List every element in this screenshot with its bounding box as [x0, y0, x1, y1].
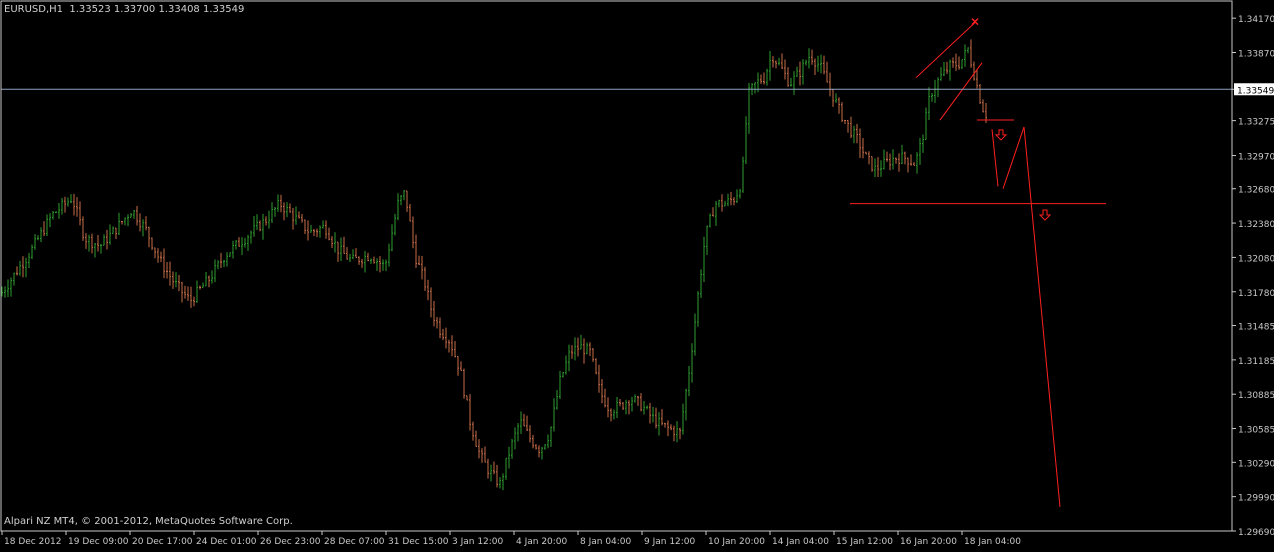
- price-tick-label: 1.33275: [1238, 118, 1274, 128]
- time-tick-label: 3 Jan 12:00: [452, 537, 504, 547]
- ohlc-readout: 1.33523 1.33700 1.33408 1.33549: [69, 4, 245, 15]
- bid-price-label: 1.33549: [1237, 86, 1274, 96]
- price-tick-label: 1.32380: [1238, 220, 1274, 230]
- time-tick-label: 18 Dec 2012: [4, 537, 62, 547]
- time-tick-label: 16 Jan 20:00: [900, 537, 957, 547]
- time-tick-label: 9 Jan 12:00: [644, 537, 696, 547]
- price-chart[interactable]: 1.34170 1.33870 1.33275 1.32970 1.32680 1.323…: [0, 0, 1274, 548]
- bid-price-label-group: 1.33549: [1234, 83, 1274, 96]
- time-tick-label: 26 Dec 23:00: [260, 537, 321, 547]
- price-tick-label: 1.32970: [1238, 153, 1274, 163]
- time-tick-label: 8 Jan 04:00: [580, 537, 632, 547]
- price-tick-label: 1.29990: [1238, 494, 1274, 504]
- price-tick-label: 1.30885: [1238, 391, 1274, 401]
- price-tick-label: 1.34170: [1238, 15, 1274, 25]
- time-tick-label: 14 Jan 04:00: [772, 537, 829, 547]
- time-tick-label: 15 Jan 12:00: [836, 537, 893, 547]
- price-tick-label: 1.31485: [1238, 323, 1274, 333]
- time-tick-label: 20 Dec 17:00: [132, 537, 193, 547]
- symbol-title: EURUSD,H1: [4, 4, 64, 15]
- copyright-text: Alpari NZ MT4, © 2001-2012, MetaQuotes S…: [4, 516, 293, 527]
- time-tick-label: 19 Dec 09:00: [68, 537, 129, 547]
- price-tick-label: 1.33870: [1238, 50, 1274, 60]
- chart-title: EURUSD,H1 1.33523 1.33700 1.33408 1.3354…: [4, 4, 244, 15]
- price-tick-label: 1.31185: [1238, 357, 1274, 367]
- time-tick-label: 4 Jan 20:00: [516, 537, 568, 547]
- price-tick-label: 1.31780: [1238, 289, 1274, 299]
- price-tick-label: 1.32680: [1238, 186, 1274, 196]
- time-tick-label: 24 Dec 01:00: [196, 537, 257, 547]
- chart-window[interactable]: 1.34170 1.33870 1.33275 1.32970 1.32680 1.323…: [0, 0, 1274, 548]
- price-tick-label: 1.29690: [1238, 528, 1274, 538]
- time-tick-label: 10 Jan 20:00: [708, 537, 765, 547]
- time-tick-label: 18 Jan 04:00: [964, 537, 1021, 547]
- price-tick-label: 1.30290: [1238, 459, 1274, 469]
- time-tick-label: 28 Dec 07:00: [324, 537, 385, 547]
- chart-background: [0, 0, 1274, 548]
- price-tick-label: 1.30585: [1238, 426, 1274, 436]
- price-tick-label: 1.32080: [1238, 254, 1274, 264]
- time-tick-label: 31 Dec 15:00: [388, 537, 449, 547]
